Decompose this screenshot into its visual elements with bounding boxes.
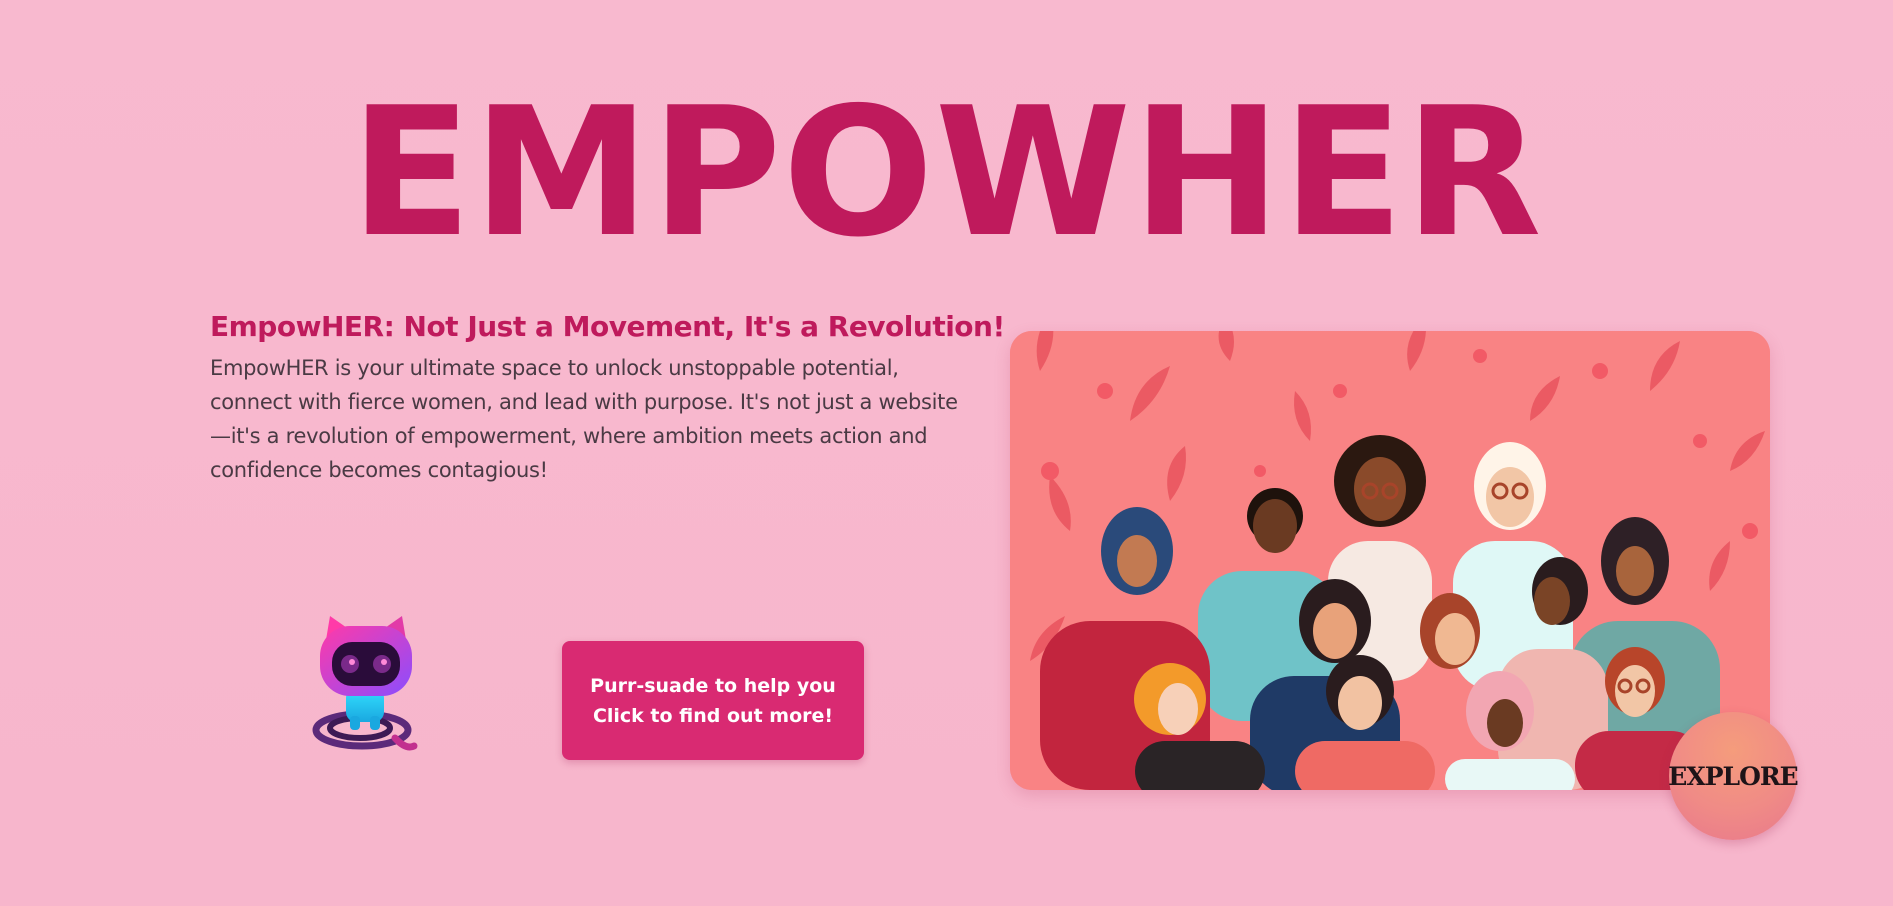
women-illustration-graphic (1010, 331, 1770, 790)
hero-title: EMPOWHER (350, 69, 1543, 276)
cat-robot-graphic (312, 616, 418, 751)
intro-subtitle: EmpowHER: Not Just a Movement, It's a Re… (210, 310, 1005, 343)
cat-robot-icon[interactable] (310, 612, 422, 762)
find-out-more-button[interactable]: Purr-suade to help you Click to find out… (562, 641, 864, 760)
diverse-women-group-illustration (1010, 331, 1770, 790)
cta-line-1: Purr-suade to help you (590, 674, 836, 697)
landing-page: EMPOWHER EmpowHER: Not Just a Movement, … (0, 0, 1893, 906)
cta-line-2: Click to find out more! (592, 704, 834, 727)
intro-paragraph: EmpowHER is your ultimate space to unloc… (210, 356, 958, 482)
explore-button[interactable]: EXPLORE (1668, 712, 1799, 840)
